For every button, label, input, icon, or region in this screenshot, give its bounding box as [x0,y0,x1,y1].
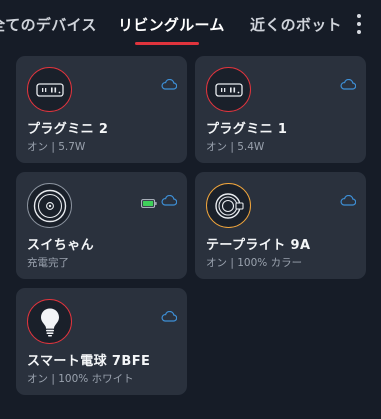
cloud-icon [161,75,178,90]
tab-nearby-bots[interactable]: 近くのボット [250,14,342,35]
cloud-icon [161,191,178,206]
device-card-plug-mini-2[interactable]: プラグミニ 2 オン | 5.7W [16,56,187,163]
device-name: プラグミニ 2 [27,122,109,137]
battery-full-icon [141,193,157,208]
device-status: オン | 100% ホワイト [27,373,134,385]
smart-plug-icon [27,67,72,112]
room-tab-bar: 全てのデバイス リビングルーム 近くのボット [0,0,381,50]
device-card-smart-bulb[interactable]: スマート電球 7BFE オン | 100% ホワイト [16,288,187,395]
device-card-plug-mini-1[interactable]: プラグミニ 1 オン | 5.4W [195,56,366,163]
device-status: オン | 5.4W [206,141,265,153]
device-name: スマート電球 7BFE [27,354,151,369]
device-status: オン | 5.7W [27,141,86,153]
device-name: プラグミニ 1 [206,122,288,137]
device-status: オン | 100% カラー [206,257,303,269]
cloud-icon [340,75,357,90]
device-status: 充電完了 [27,257,69,269]
device-name: テープライト 9A [206,238,311,253]
cloud-icon [340,191,357,206]
smart-plug-icon [206,67,251,112]
device-name: スイちゃん [27,238,95,253]
tab-all-devices[interactable]: 全てのデバイス [0,14,97,35]
more-options-icon[interactable] [351,14,367,34]
light-bulb-icon [27,299,72,344]
device-card-robot-vacuum[interactable]: スイちゃん 充電完了 [16,172,187,279]
tab-living-room[interactable]: リビングルーム [118,14,225,35]
device-card-tape-light[interactable]: テープライト 9A オン | 100% カラー [195,172,366,279]
active-tab-indicator [135,42,199,45]
light-strip-icon [206,183,251,228]
app-screen: 全てのデバイス リビングルーム 近くのボット プラグミニ 2 オン | 5.7W [0,0,381,419]
cloud-icon [161,307,178,322]
robot-vacuum-icon [27,183,72,228]
